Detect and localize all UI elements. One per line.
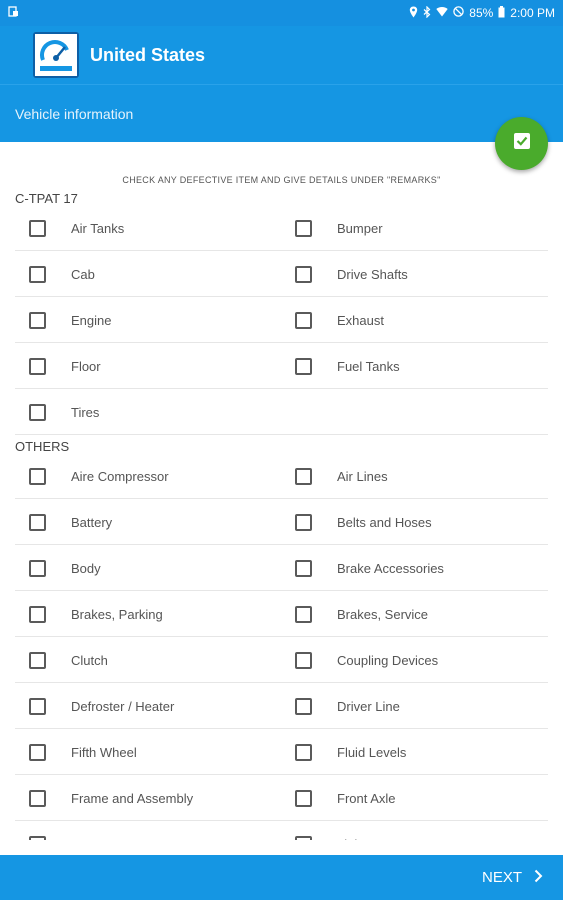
item-checkbox[interactable] <box>295 835 312 840</box>
item-checkbox[interactable] <box>29 357 46 375</box>
item-label: Fluid Levels <box>337 744 407 760</box>
item-label: Front Axle <box>337 790 396 806</box>
location-icon <box>409 6 418 21</box>
inspection-list[interactable]: CHECK ANY DEFECTIVE ITEM AND GIVE DETAIL… <box>0 142 563 840</box>
app-bar: United States <box>0 26 563 84</box>
checklist-row: Engine Exhaust <box>15 297 548 343</box>
item-checkbox[interactable] <box>295 357 312 375</box>
item-label: Lights <box>337 837 372 841</box>
status-bar: 85% 2:00 PM <box>0 0 563 26</box>
item-label: Engine <box>71 312 112 328</box>
checklist-row: Floor Fuel Tanks <box>15 343 548 389</box>
item-checkbox[interactable] <box>29 697 46 715</box>
item-checkbox[interactable] <box>29 403 46 421</box>
item-label: Horn <box>71 837 99 841</box>
item-checkbox[interactable] <box>295 513 312 531</box>
item-checkbox[interactable] <box>295 311 312 329</box>
item-label: Air Tanks <box>71 220 125 236</box>
checklist-row: Tires <box>15 389 548 435</box>
screen-title: Vehicle information <box>15 105 134 122</box>
checklist-row: Air Tanks Bumper <box>15 205 548 251</box>
app-logo <box>33 32 79 78</box>
do-not-disturb-icon <box>453 6 465 20</box>
checklist-row: Cab Drive Shafts <box>15 251 548 297</box>
checklist-row: Fifth Wheel Fluid Levels <box>15 729 548 775</box>
item-checkbox[interactable] <box>29 219 46 237</box>
item-label: Driver Line <box>337 698 400 714</box>
item-label: Brake Accessories <box>337 560 444 576</box>
checklist-row: Defroster / Heater Driver Line <box>15 683 548 729</box>
checklist-row: Horn Lights <box>15 821 548 840</box>
item-checkbox[interactable] <box>295 789 312 807</box>
item-label: Body <box>71 560 101 576</box>
item-label: Clutch <box>71 652 108 668</box>
checklist-row: Battery Belts and Hoses <box>15 499 548 545</box>
battery-icon <box>498 5 505 21</box>
next-button[interactable]: NEXT <box>482 855 543 900</box>
instructions-text: CHECK ANY DEFECTIVE ITEM AND GIVE DETAIL… <box>122 175 441 185</box>
item-label: Frame and Assembly <box>71 790 194 806</box>
item-checkbox[interactable] <box>295 467 312 485</box>
item-label: Aire Compressor <box>71 468 169 484</box>
item-label: Cab <box>71 266 95 282</box>
item-checkbox[interactable] <box>29 311 46 329</box>
item-checkbox[interactable] <box>29 789 46 807</box>
item-label: Air Lines <box>337 468 388 484</box>
checkbox-check-icon <box>513 132 531 155</box>
section-title-ctpat: C-TPAT 17 <box>15 191 78 206</box>
item-label: Defroster / Heater <box>71 698 175 714</box>
item-label: Fifth Wheel <box>71 744 137 760</box>
item-checkbox[interactable] <box>29 559 46 577</box>
checklist-row: Clutch Coupling Devices <box>15 637 548 683</box>
item-label: Drive Shafts <box>337 266 408 282</box>
item-checkbox[interactable] <box>29 743 46 761</box>
bluetooth-icon <box>423 5 431 21</box>
item-label: Floor <box>71 358 101 374</box>
item-checkbox[interactable] <box>29 513 46 531</box>
clock: 2:00 PM <box>510 6 555 20</box>
item-label: Brakes, Parking <box>71 606 163 622</box>
notification-icon <box>8 6 19 20</box>
item-checkbox[interactable] <box>295 651 312 669</box>
item-checkbox[interactable] <box>295 559 312 577</box>
item-checkbox[interactable] <box>29 835 46 840</box>
battery-percent: 85% <box>469 6 494 20</box>
checklist-row: Brakes, Parking Brakes, Service <box>15 591 548 637</box>
item-checkbox[interactable] <box>29 605 46 623</box>
chevron-right-icon <box>534 869 543 887</box>
item-checkbox[interactable] <box>29 467 46 485</box>
app-title: United States <box>90 44 206 65</box>
checklist-row: Body Brake Accessories <box>15 545 548 591</box>
sub-header: Vehicle information <box>0 84 563 142</box>
item-label: Belts and Hoses <box>337 514 432 530</box>
app-screen: 85% 2:00 PM United States Vehicle inform… <box>0 0 563 900</box>
next-label: NEXT <box>481 869 522 886</box>
item-checkbox[interactable] <box>295 265 312 283</box>
item-label: Bumper <box>337 220 383 236</box>
item-label: Tires <box>71 404 100 420</box>
item-checkbox[interactable] <box>29 265 46 283</box>
item-checkbox[interactable] <box>295 219 312 237</box>
item-label: Coupling Devices <box>337 652 439 668</box>
item-label: Battery <box>71 514 113 530</box>
item-checkbox[interactable] <box>295 605 312 623</box>
item-label: Fuel Tanks <box>337 358 400 374</box>
confirm-button[interactable] <box>495 117 548 170</box>
checklist-row: Frame and Assembly Front Axle <box>15 775 548 821</box>
item-checkbox[interactable] <box>29 651 46 669</box>
item-label: Exhaust <box>337 312 384 328</box>
item-checkbox[interactable] <box>295 743 312 761</box>
checklist-row: Aire Compressor Air Lines <box>15 453 548 499</box>
wifi-icon <box>436 6 448 20</box>
item-checkbox[interactable] <box>295 697 312 715</box>
bottom-bar: NEXT <box>0 855 563 900</box>
section-title-others: OTHERS <box>15 439 70 454</box>
item-label: Brakes, Service <box>337 606 429 622</box>
